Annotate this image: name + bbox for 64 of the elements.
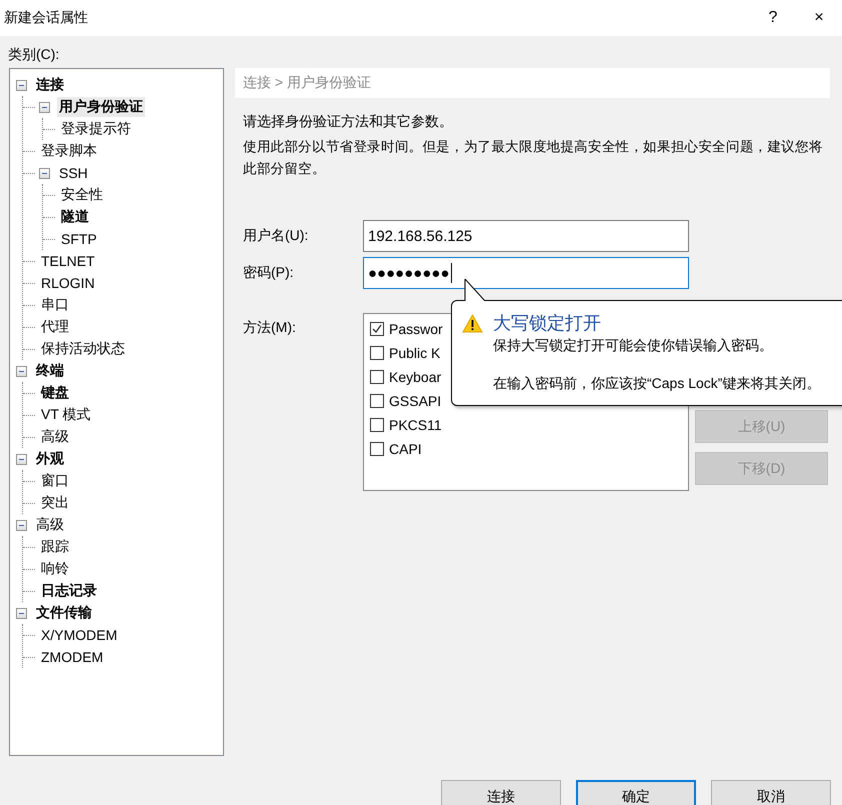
tree-item[interactable]: 文件传输 (34, 603, 94, 623)
collapse-icon[interactable] (39, 168, 50, 178)
field-label: 密码(P): (243, 264, 295, 282)
checkbox[interactable] (370, 322, 384, 336)
intro-text: 请选择身份验证方法和其它参数。 (242, 112, 454, 131)
tree-item[interactable]: 连接 (34, 75, 66, 95)
collapse-icon[interactable] (16, 454, 27, 464)
checkbox[interactable] (370, 346, 384, 360)
tree-item[interactable]: 终端 (34, 361, 66, 381)
dialog-button[interactable]: 连接 (441, 780, 561, 805)
username-field[interactable]: 192.168.56.125 (363, 220, 689, 252)
checkbox[interactable] (370, 370, 384, 384)
method-option[interactable]: PKCS11 (389, 417, 442, 433)
tooltip-title: 大写锁定打开 (493, 312, 601, 335)
tree-item[interactable]: ZMODEM (39, 648, 106, 666)
tree-item[interactable]: 高级 (39, 427, 71, 447)
collapse-icon[interactable] (16, 366, 27, 376)
tree-item[interactable]: 保持活动状态 (39, 339, 127, 359)
collapse-icon[interactable] (16, 80, 27, 90)
tooltip-text: 在输入密码前，你应该按“Caps Lock”键来将其关闭。 (493, 374, 822, 393)
tooltip-text: 保持大写锁定打开可能会使你错误输入密码。 (493, 336, 774, 355)
dialog-button[interactable]: 取消 (711, 780, 831, 805)
checkbox[interactable] (370, 418, 384, 432)
tree-item[interactable]: RLOGIN (39, 274, 97, 292)
collapse-icon[interactable] (39, 102, 50, 112)
method-option[interactable]: Public K (389, 345, 440, 361)
tree-item[interactable]: 日志记录 (39, 581, 99, 601)
tree-item[interactable]: 代理 (39, 317, 71, 337)
tree-item[interactable]: 外观 (34, 449, 66, 469)
tree-item[interactable]: 用户身份验证 (57, 97, 145, 117)
tree-item[interactable]: 跟踪 (39, 537, 71, 557)
dialog-button[interactable]: 确定 (576, 780, 696, 805)
method-option[interactable]: GSSAPI (389, 393, 442, 409)
tree-item[interactable]: SSH (57, 164, 90, 182)
field-label: 用户名(U): (243, 227, 310, 245)
category-label: 类别(C): (8, 46, 60, 62)
description-text: 使用此部分以节省登录时间。但是，为了最大限度地提高安全性，如果担心安全问题，建议您将此部分留空。 (242, 138, 824, 178)
tree-item[interactable]: 串口 (39, 295, 71, 315)
close-button[interactable]: × (796, 9, 842, 27)
collapse-icon[interactable] (16, 520, 27, 530)
tree-item[interactable]: 登录脚本 (39, 141, 99, 161)
checkbox[interactable] (370, 442, 384, 456)
tree-item[interactable]: 窗口 (39, 471, 71, 491)
checkbox[interactable] (370, 394, 384, 408)
tree-item[interactable]: 登录提示符 (59, 119, 133, 139)
method-option[interactable]: Keyboar (389, 369, 442, 385)
tree-item[interactable]: 突出 (39, 493, 71, 513)
tree-item[interactable]: 隧道 (59, 207, 91, 227)
method-option[interactable]: CAPI (389, 441, 422, 457)
tree-item[interactable]: 响铃 (39, 559, 71, 579)
tree-item[interactable]: 键盘 (39, 383, 71, 403)
warning-icon (462, 314, 483, 332)
tree-item[interactable]: VT 模式 (39, 405, 93, 425)
help-button[interactable]: ? (750, 9, 796, 27)
tree-item[interactable]: TELNET (39, 252, 97, 270)
field-label: 方法(M): (243, 319, 297, 337)
tree-item[interactable]: X/YMODEM (39, 626, 120, 644)
tree-item[interactable]: 安全性 (59, 185, 105, 205)
collapse-icon[interactable] (16, 608, 27, 618)
window-title: 新建会话属性 (4, 9, 89, 27)
tree-item[interactable]: SFTP (59, 230, 99, 248)
method-option[interactable]: Passwor (389, 321, 443, 337)
breadcrumb: 连接 > 用户身份验证 (235, 68, 830, 98)
tree-item[interactable]: 高级 (34, 515, 66, 535)
